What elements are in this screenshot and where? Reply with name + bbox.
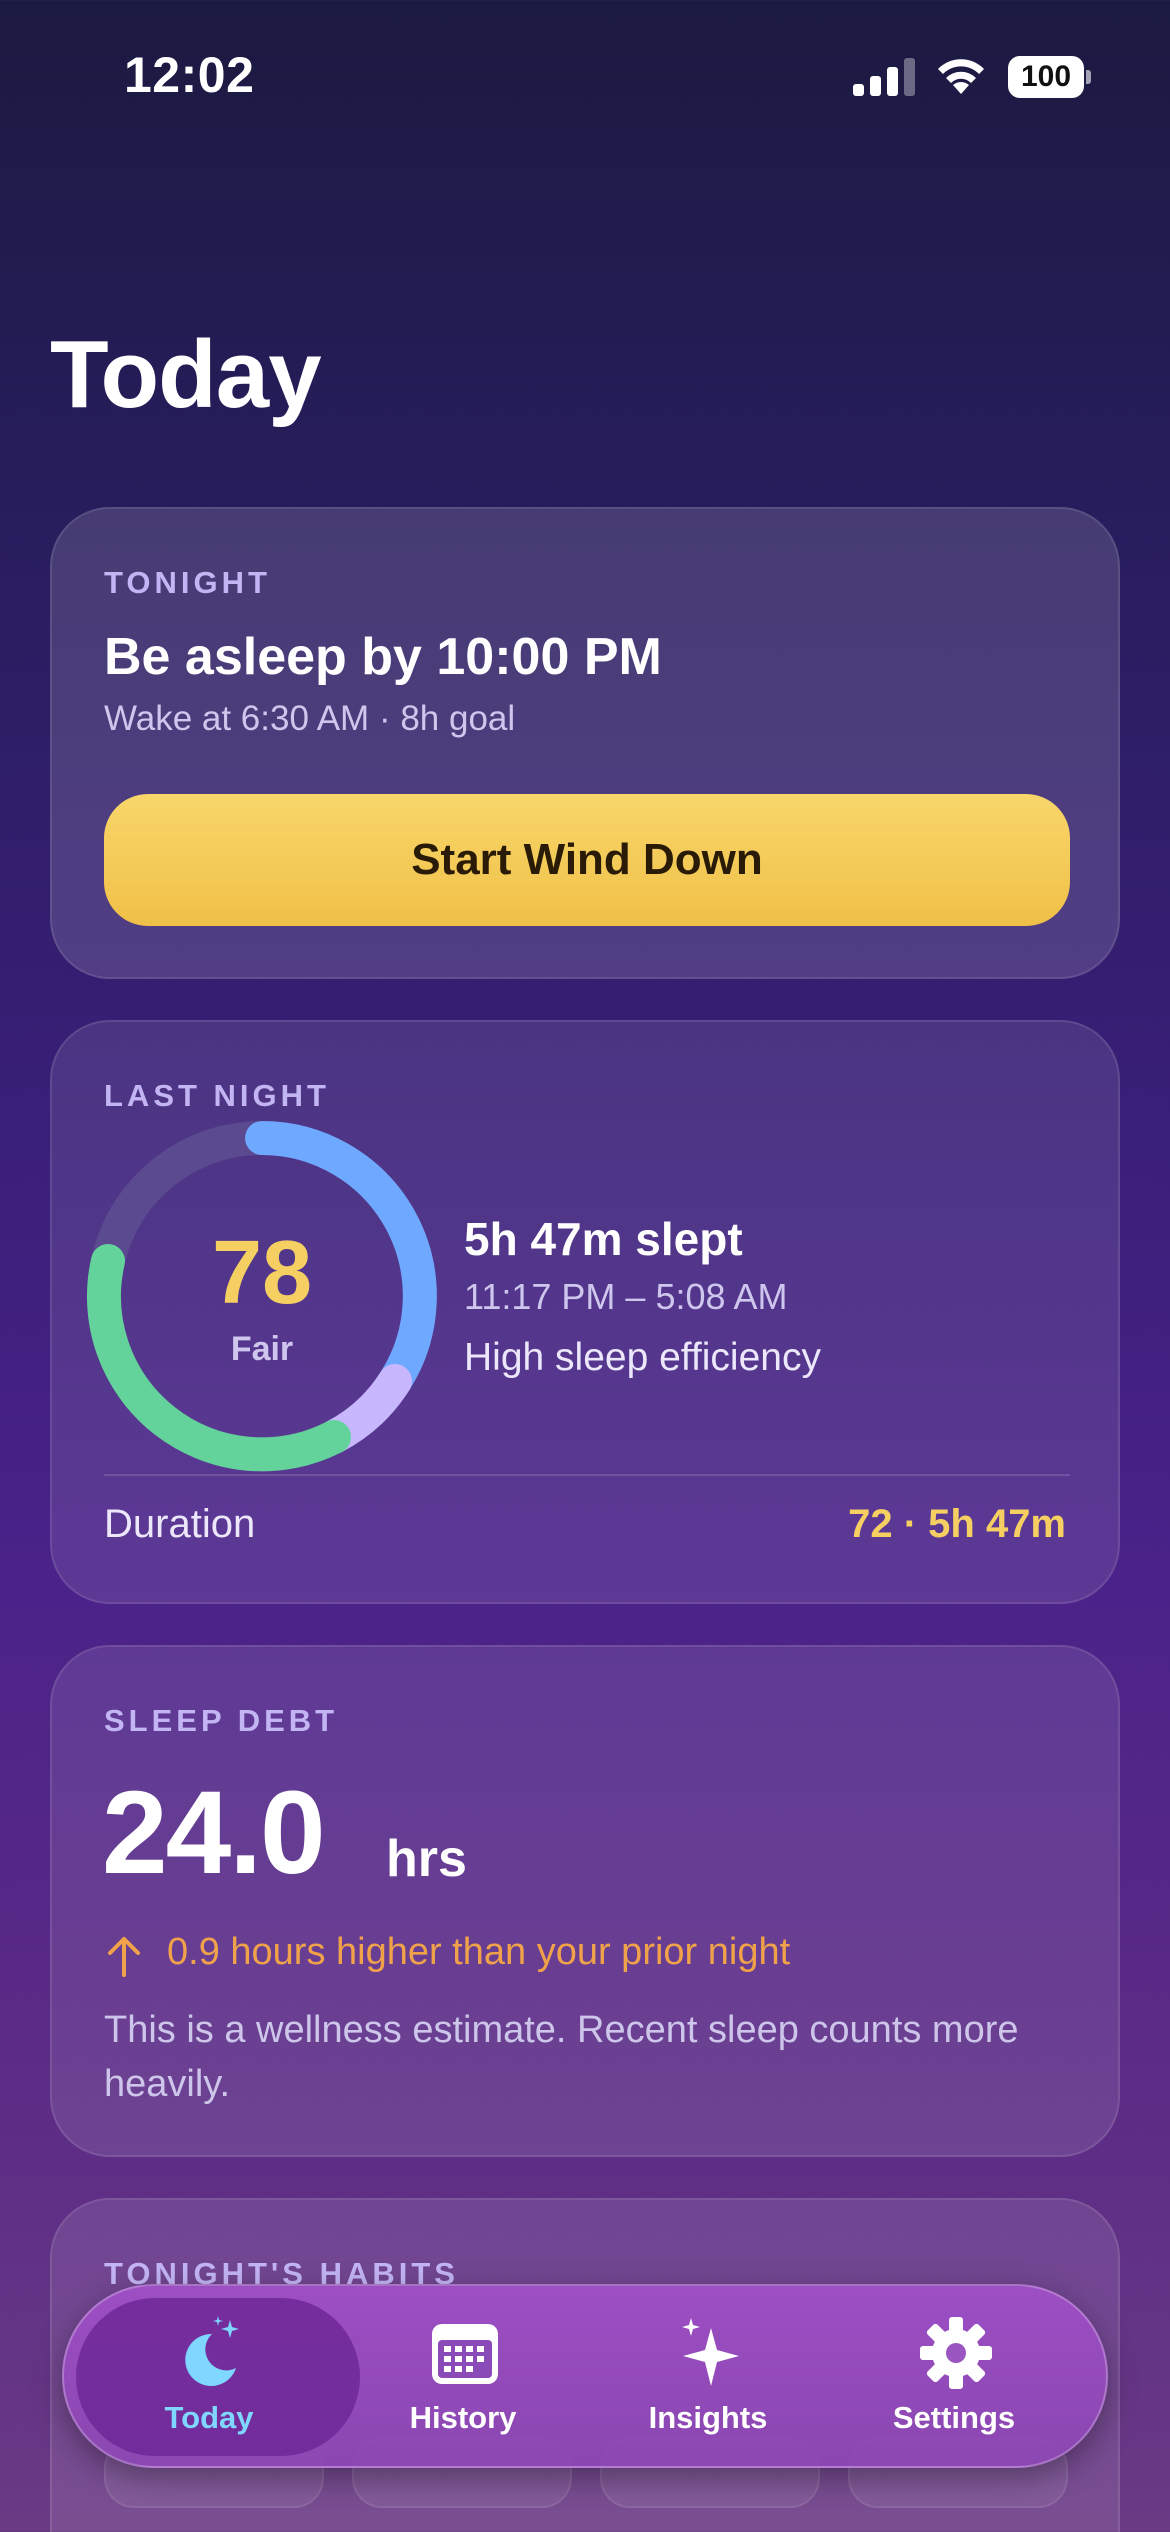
- sleep-score-value: 78: [211, 1223, 313, 1323]
- sparkles-icon: [682, 2318, 739, 2386]
- tab-label: Settings: [892, 2400, 1016, 2435]
- duration-value: 72 · 5h 47m: [848, 1502, 1066, 1546]
- sleep-debt-value: 24.0: [102, 1767, 326, 1899]
- sleep-debt-note: This is a wellness estimate. Recent slee…: [104, 2009, 1019, 2105]
- sleep-time-range: 11:17 PM – 5:08 AM: [464, 1276, 788, 1317]
- battery-level: 100: [1020, 60, 1072, 93]
- tab-label: History: [409, 2400, 517, 2435]
- tab-settings[interactable]: Settings: [829, 2286, 1079, 2470]
- tab-label: Insights: [648, 2400, 768, 2435]
- calendar-icon: [432, 2324, 498, 2384]
- sleep-debt-label: SLEEP DEBT: [104, 1703, 339, 1738]
- gear-icon: [920, 2317, 992, 2389]
- wake-goal-subtitle: Wake at 6:30 AM · 8h goal: [104, 699, 516, 738]
- battery-indicator: 100: [1008, 56, 1091, 98]
- status-time: 12:02: [124, 47, 255, 103]
- tonight-card: TONIGHT Be asleep by 10:00 PM Wake at 6:…: [50, 507, 1120, 979]
- divider: [104, 1474, 1070, 1476]
- sleep-efficiency-note: High sleep efficiency: [464, 1336, 821, 1379]
- start-wind-down-button[interactable]: Start Wind Down: [104, 794, 1070, 926]
- sleep-debt-card[interactable]: SLEEP DEBT 24.0 hrs 0.9 hours higher tha…: [50, 1645, 1120, 2157]
- battery-tip: [1086, 70, 1091, 84]
- arrow-up-icon: [108, 1937, 140, 1977]
- tonight-label: TONIGHT: [104, 565, 271, 600]
- page-title: Today: [50, 321, 322, 428]
- moon-stars-icon: [185, 2316, 239, 2386]
- sleep-score-label: Fair: [230, 1330, 294, 1368]
- battery-body: 100: [1008, 56, 1084, 98]
- duration-label: Duration: [104, 1502, 256, 1546]
- last-night-label: LAST NIGHT: [104, 1078, 330, 1113]
- tab-insights[interactable]: Insights: [583, 2286, 833, 2470]
- sleep-debt-unit: hrs: [386, 1830, 467, 1888]
- status-bar: 12:02 100: [0, 0, 1170, 150]
- signal-icon: [853, 58, 915, 96]
- slept-duration: 5h 47m slept: [464, 1213, 743, 1265]
- tab-bar: Today History Insights Settings: [62, 2284, 1108, 2468]
- sleep-debt-trend: 0.9 hours higher than your prior night: [167, 1931, 791, 1973]
- wifi-icon: [938, 59, 984, 94]
- tab-today[interactable]: Today: [84, 2286, 334, 2470]
- tab-history[interactable]: History: [338, 2286, 588, 2470]
- tab-label: Today: [164, 2400, 254, 2435]
- bedtime-title: Be asleep by 10:00 PM: [104, 628, 662, 686]
- last-night-card[interactable]: LAST NIGHT 78 Fair 5h 47m slept 11:17 PM…: [50, 1020, 1120, 1604]
